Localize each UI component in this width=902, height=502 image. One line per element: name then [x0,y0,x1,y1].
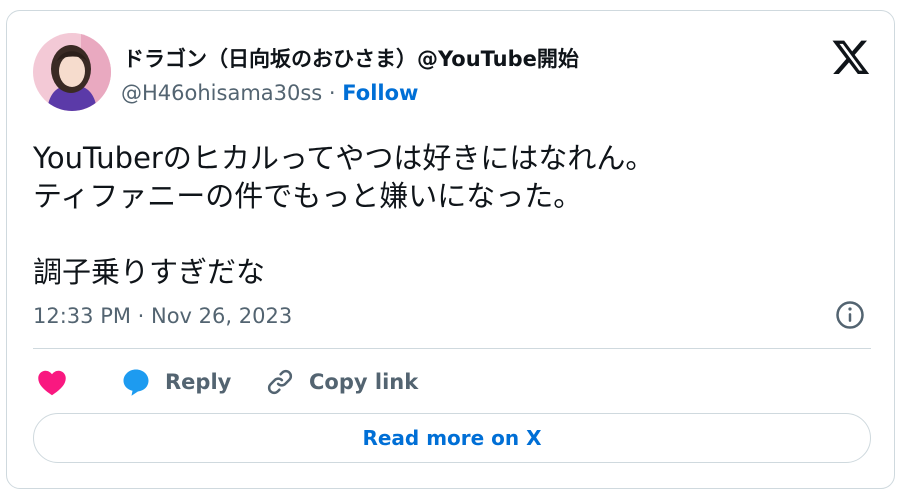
tweet-line: 調子乗りすぎだな [33,255,266,289]
avatar-image [33,33,111,111]
tweet-text: YouTuberのヒカルってやつは好きにはなれん。 ティファニーの件でもっと嫌い… [33,139,853,291]
display-name[interactable]: ドラゴン（日向坂のおひさま）@YouTube開始 [123,43,579,73]
timestamp[interactable]: 12:33 PM · Nov 26, 2023 [33,304,292,328]
heart-icon [38,370,66,396]
tweet-card: ドラゴン（日向坂のおひさま）@YouTube開始 @H46ohisama30ss… [6,10,895,489]
info-icon[interactable] [835,300,865,330]
handle-row: @H46ohisama30ss · Follow [121,81,418,105]
reply-icon [123,369,149,396]
link-icon [267,369,293,395]
x-logo-icon[interactable] [831,37,871,77]
reply-label: Reply [165,370,232,394]
reply-button[interactable]: Reply [121,367,231,397]
handle[interactable]: @H46ohisama30ss [121,81,322,105]
copy-link-button[interactable]: Copy link [265,367,418,397]
divider [33,348,871,349]
read-more-button[interactable]: Read more on X [33,413,871,463]
avatar[interactable] [33,33,111,111]
follow-button[interactable]: Follow [342,81,418,105]
copy-link-label: Copy link [309,370,419,394]
separator: · [322,81,343,105]
tweet-line: YouTuberのヒカルってやつは好きにはなれん。 [33,141,655,175]
like-button[interactable] [37,367,67,397]
tweet-line: ティファニーの件でもっと嫌いになった。 [33,179,583,213]
